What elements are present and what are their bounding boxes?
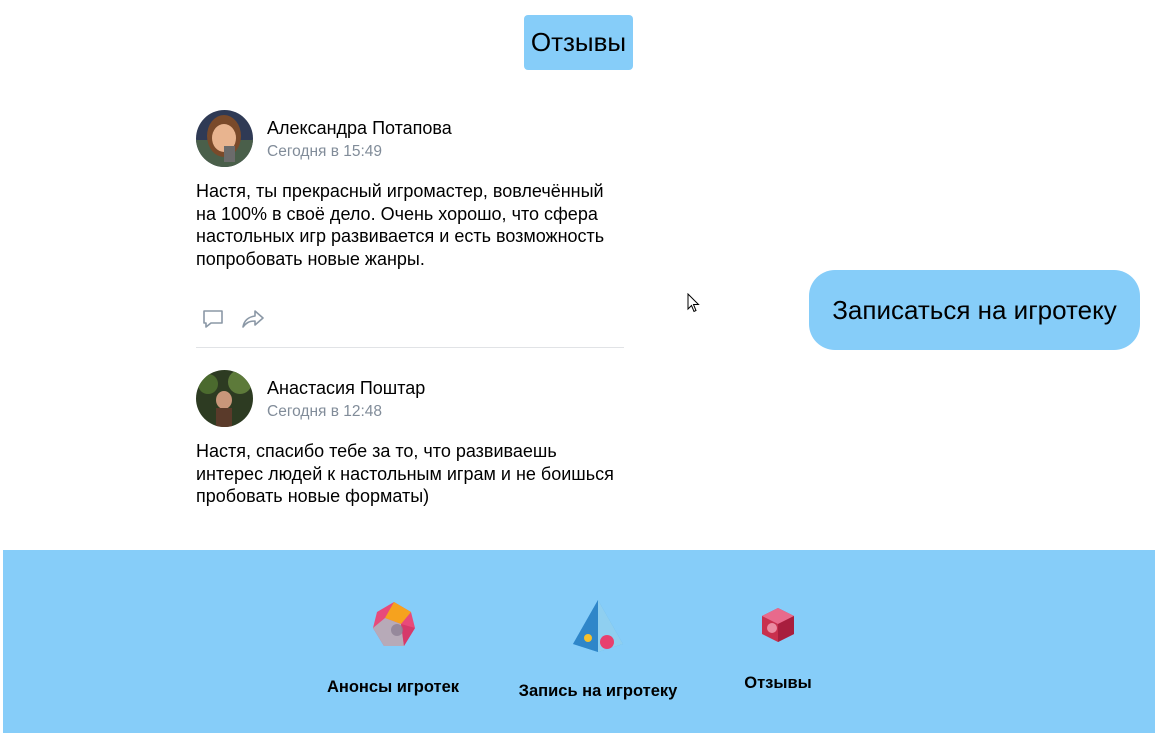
gem-icon	[373, 602, 415, 646]
pyramid-icon	[573, 600, 623, 652]
comment-icon[interactable]	[201, 307, 225, 331]
cube-icon	[762, 608, 794, 642]
nav-item-signup[interactable]: Запись на игротеку	[508, 598, 688, 702]
review-text: Настя, спасибо тебе за то, что развиваеш…	[196, 441, 614, 507]
page-title: Отзывы	[524, 15, 633, 70]
mouse-cursor-icon	[687, 292, 701, 313]
review-author[interactable]: Анастасия Поштар	[267, 378, 425, 399]
share-icon[interactable]	[241, 307, 265, 331]
review-actions	[201, 307, 265, 331]
avatar[interactable]	[196, 110, 253, 167]
review-text: Настя, ты прекрасный игромастер, вовлечё…	[196, 181, 605, 269]
footer-nav: Анонсы игротек Запись на игротеку Отзывы	[3, 550, 1155, 733]
nav-label: Запись на игротеку	[518, 682, 678, 700]
review-card: Александра Потапова Сегодня в 15:49 Наст…	[196, 110, 624, 350]
nav-item-announcements[interactable]: Анонсы игротек	[318, 600, 468, 700]
review-author[interactable]: Александра Потапова	[267, 118, 452, 139]
review-time: Сегодня в 15:49	[267, 143, 383, 160]
review-time: Сегодня в 12:48	[267, 403, 383, 420]
signup-button[interactable]: Записаться на игротеку	[809, 270, 1140, 350]
divider	[196, 347, 624, 348]
nav-label: Анонсы игротек	[326, 678, 460, 696]
avatar[interactable]	[196, 370, 253, 427]
review-card: Анастасия Поштар Сегодня в 12:48 Настя, …	[196, 370, 624, 510]
nav-item-reviews[interactable]: Отзывы	[718, 606, 838, 696]
nav-label: Отзывы	[744, 674, 812, 692]
